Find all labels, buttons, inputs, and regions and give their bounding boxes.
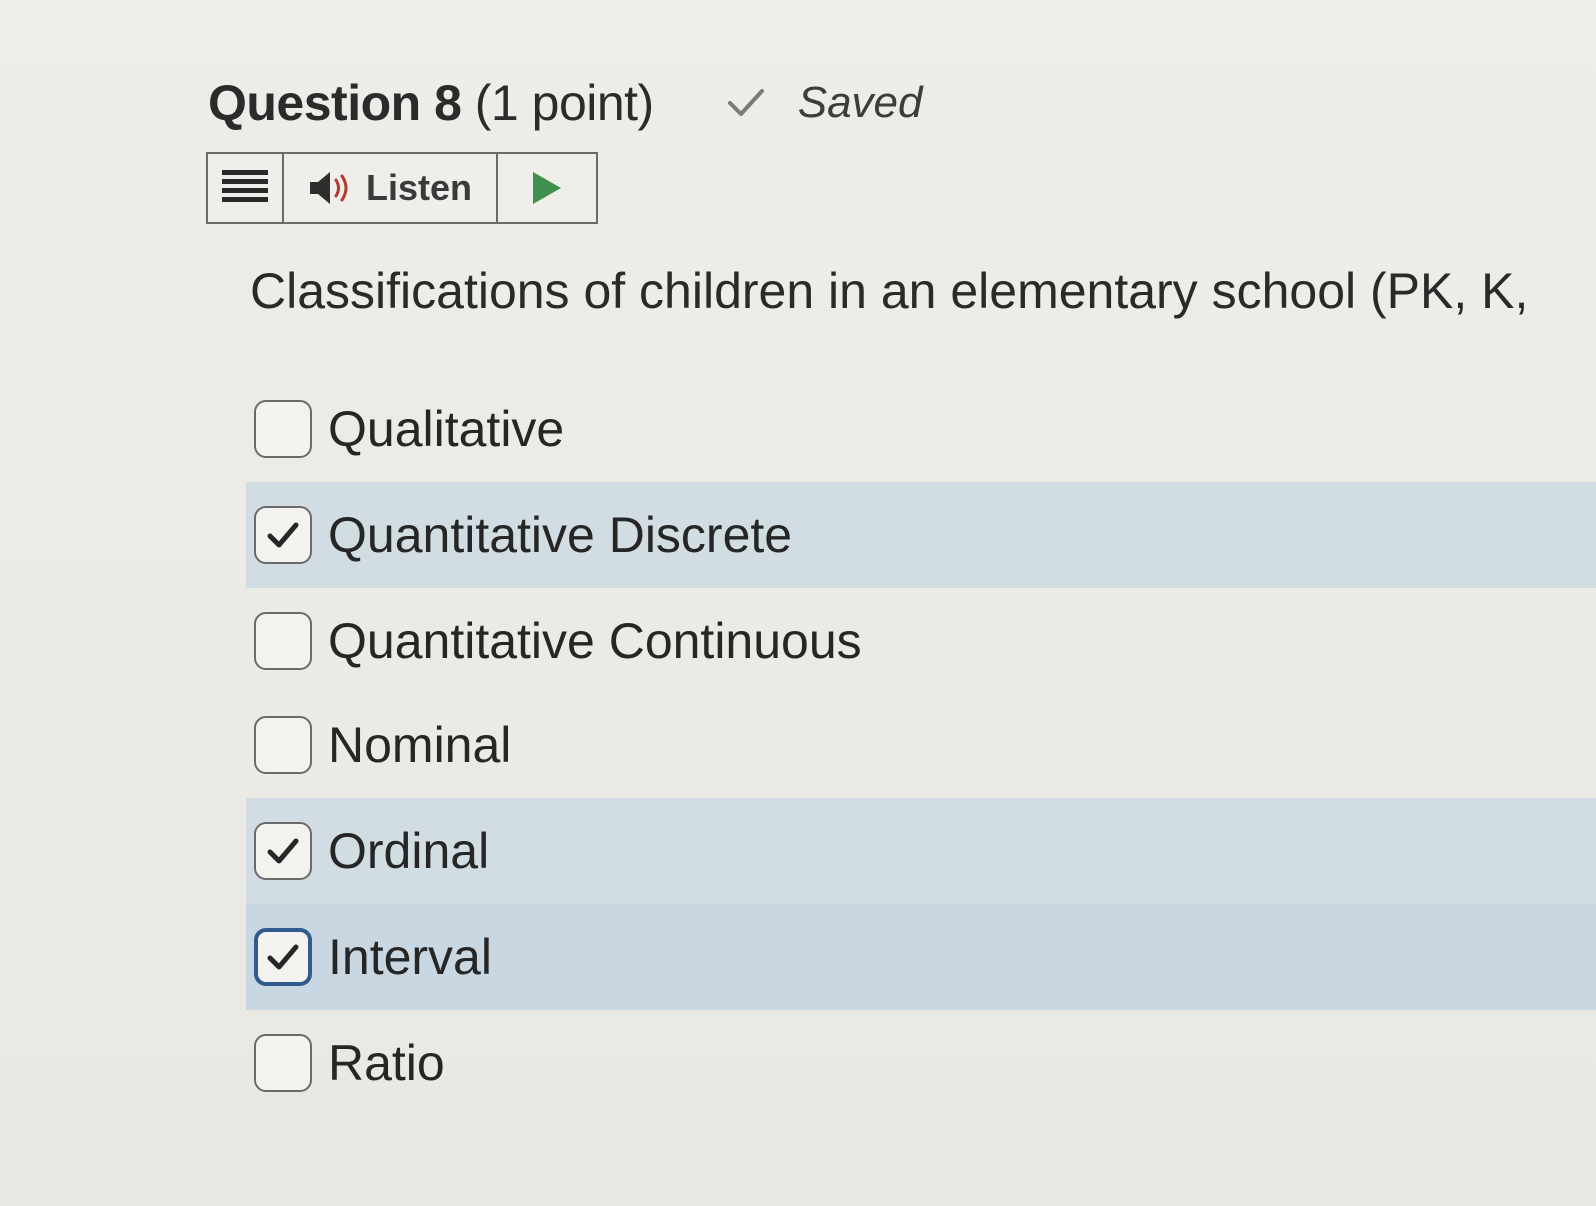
option-quantitative-continuous[interactable]: Quantitative Continuous: [246, 588, 1596, 694]
question-number: Question 8: [208, 75, 462, 131]
play-icon: [533, 172, 561, 204]
menu-button[interactable]: [208, 154, 284, 222]
checkbox[interactable]: [254, 400, 312, 458]
option-label: Ratio: [328, 1035, 445, 1091]
checkbox[interactable]: [254, 612, 312, 670]
question-prompt: Classifications of children in an elemen…: [250, 263, 1529, 319]
checkbox[interactable]: [254, 1034, 312, 1092]
option-label: Quantitative Discrete: [328, 507, 793, 563]
checkmark-icon: [267, 944, 299, 970]
quiz-page: Question 8 (1 point) Saved Listen Classi…: [0, 0, 1596, 1206]
checkbox[interactable]: [254, 928, 312, 986]
question-points: (1 point): [474, 75, 654, 131]
option-label: Interval: [328, 929, 492, 985]
option-qualitative[interactable]: Qualitative: [246, 376, 1596, 482]
checkbox[interactable]: [254, 822, 312, 880]
option-ordinal[interactable]: Ordinal: [246, 798, 1596, 904]
question-title: Question 8 (1 point): [208, 74, 654, 132]
option-label: Nominal: [328, 717, 512, 773]
listen-button[interactable]: Listen: [284, 154, 498, 222]
saved-label: Saved: [797, 78, 923, 127]
option-ratio[interactable]: Ratio: [246, 1010, 1596, 1116]
checkmark-icon: [267, 838, 299, 864]
checkmark-icon: [727, 89, 764, 116]
checkmark-icon: [267, 522, 299, 548]
option-label: Quantitative Continuous: [328, 613, 862, 669]
menu-icon: [222, 170, 268, 202]
option-interval[interactable]: Interval: [246, 904, 1596, 1010]
checkbox[interactable]: [254, 506, 312, 564]
listen-toolbar: Listen: [206, 152, 598, 224]
listen-label: Listen: [365, 167, 472, 208]
checkbox[interactable]: [254, 716, 312, 774]
play-button[interactable]: [498, 154, 596, 222]
saved-status: Saved: [724, 78, 923, 128]
option-label: Qualitative: [328, 401, 565, 457]
option-label: Ordinal: [328, 823, 490, 879]
speaker-icon: [309, 172, 348, 204]
question-header: Question 8 (1 point) Saved: [208, 68, 922, 138]
option-quantitative-discrete[interactable]: Quantitative Discrete: [246, 482, 1596, 588]
option-nominal[interactable]: Nominal: [246, 692, 1596, 798]
